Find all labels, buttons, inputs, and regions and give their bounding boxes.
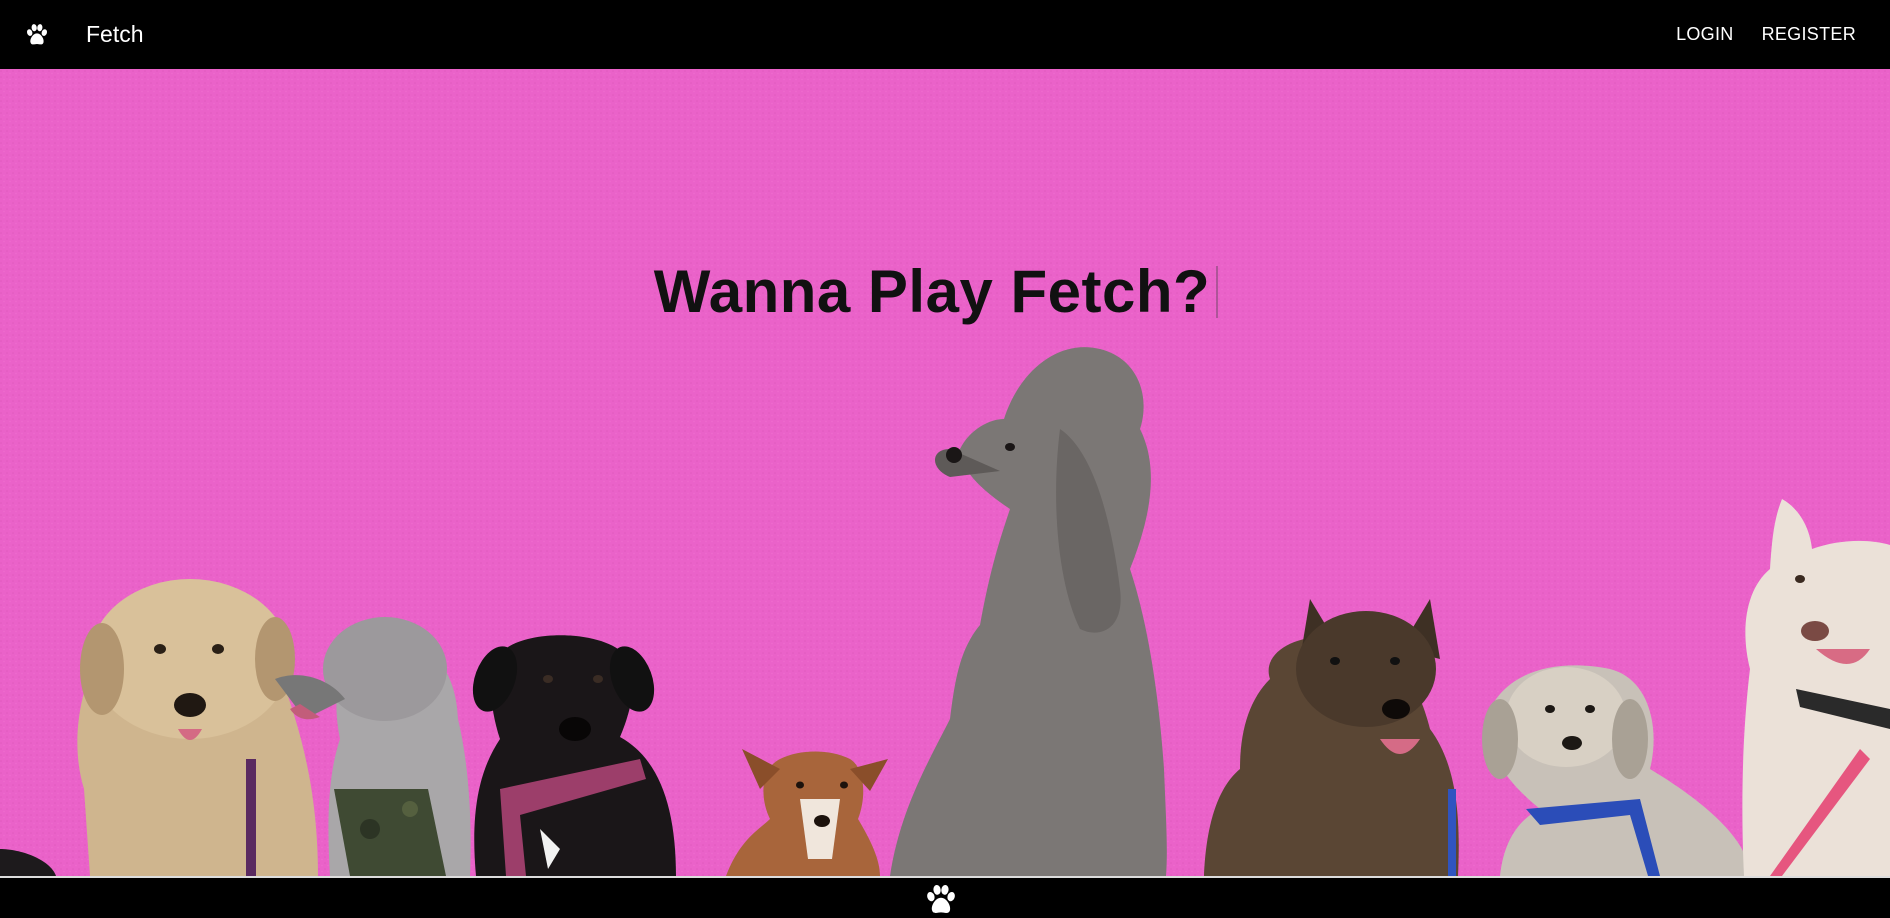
hero-heading-text: Wanna Play Fetch? [653, 258, 1211, 326]
register-button[interactable]: REGISTER [1752, 18, 1866, 51]
app-bar: Fetch LOGIN REGISTER [0, 0, 1890, 69]
hero-heading: Wanna Play Fetch? [0, 257, 1872, 326]
paw-icon[interactable] [922, 882, 960, 918]
login-button[interactable]: LOGIN [1666, 18, 1744, 51]
text-cursor [1216, 266, 1219, 319]
footer-bar [0, 876, 1890, 918]
app-title[interactable]: Fetch [86, 21, 144, 48]
hero-dogs-image [0, 69, 1890, 876]
hero-section: Wanna Play Fetch? [0, 69, 1890, 876]
paw-icon[interactable] [24, 22, 50, 48]
dog-illustration [77, 579, 318, 876]
page: Fetch LOGIN REGISTER Wanna Play Fetch? [0, 0, 1890, 918]
